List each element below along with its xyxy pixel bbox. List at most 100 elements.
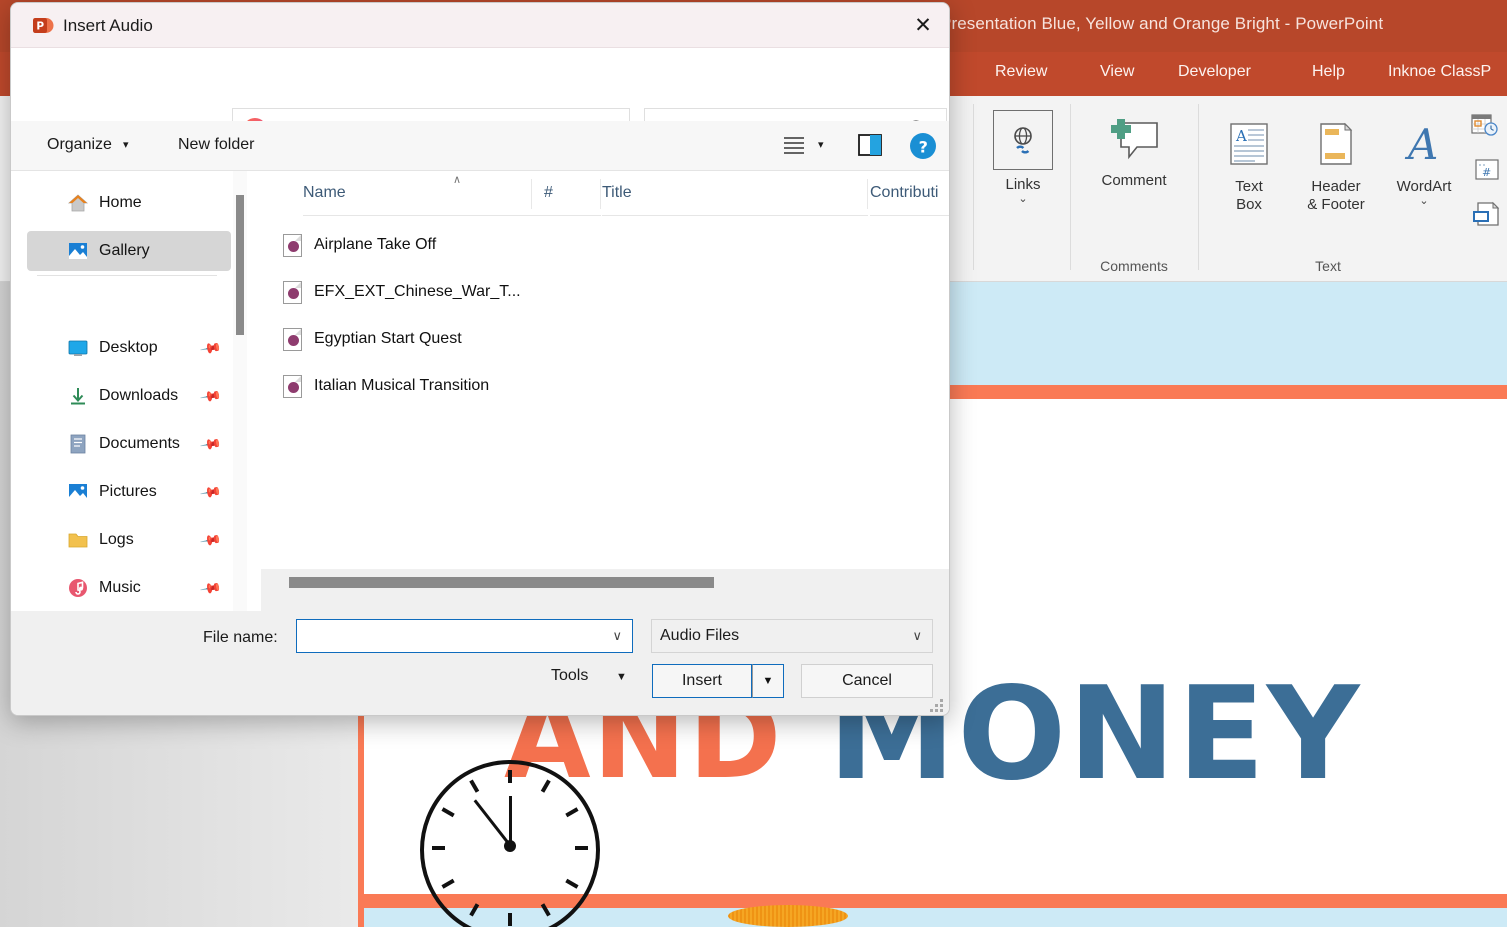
slide-number-icon[interactable]: # <box>1474 158 1500 187</box>
sidebar-divider <box>37 275 217 276</box>
ribbon-group-name-comments: Comments <box>1100 258 1168 274</box>
ribbon-label-text-box: Text Box <box>1235 178 1263 213</box>
ribbon-label-header-footer: Header & Footer <box>1307 178 1365 213</box>
ribbon-group-comments: Comment Comments <box>1070 102 1198 276</box>
pin-icon[interactable]: 📌 <box>198 528 222 552</box>
sidebar-label-downloads: Downloads <box>99 387 179 404</box>
sidebar-item-gallery[interactable]: Gallery <box>27 231 231 271</box>
text-box-icon: A <box>1219 116 1279 172</box>
chevron-down-icon[interactable]: ∨ <box>612 628 622 644</box>
chevron-down-icon[interactable]: ∨ <box>912 628 922 644</box>
chevron-down-icon[interactable]: ⌄ <box>990 194 1056 205</box>
chevron-down-icon[interactable]: ▾ <box>818 138 824 151</box>
sidebar-item-documents[interactable]: Documents 📌 <box>27 424 231 464</box>
sidebar-scrollbar-thumb[interactable] <box>236 195 244 335</box>
ribbon-tab-developer[interactable]: Developer <box>1178 63 1251 81</box>
help-icon[interactable]: ? <box>909 132 937 165</box>
music-icon <box>67 577 89 599</box>
sidebar-item-pictures[interactable]: Pictures 📌 <box>27 472 231 512</box>
file-list-horizontal-scrollbar-track[interactable] <box>261 569 949 611</box>
file-name-0: Airplane Take Off <box>314 236 437 253</box>
file-name-3: Italian Musical Transition <box>314 377 490 394</box>
file-type-filter-value: Audio Files <box>660 627 740 644</box>
column-header-name[interactable]: Name ∧ <box>303 171 544 216</box>
date-and-time-icon[interactable] <box>1471 112 1499 143</box>
column-header-number-label: # <box>544 184 553 201</box>
new-folder-button[interactable]: New folder <box>178 136 254 154</box>
chevron-down-icon[interactable]: ▾ <box>123 138 129 151</box>
column-header-contributing-artists[interactable]: Contributi <box>870 171 949 216</box>
column-header-number[interactable]: # <box>544 171 601 216</box>
object-icon[interactable] <box>1472 200 1502 233</box>
sidebar-item-desktop[interactable]: Desktop 📌 <box>27 328 231 368</box>
ribbon-button-links[interactable]: Links ⌄ <box>990 110 1056 205</box>
file-name-label: File name: <box>203 629 278 646</box>
ribbon-button-wordart[interactable]: A WordArt ⌄ <box>1386 116 1462 207</box>
insert-dropdown-button[interactable]: ▼ <box>752 664 784 698</box>
sidebar-item-music[interactable]: Music 📌 <box>27 568 231 608</box>
ribbon-tab-view[interactable]: View <box>1100 63 1134 81</box>
ribbon-tab-help[interactable]: Help <box>1312 63 1345 81</box>
audio-file-icon <box>283 374 302 398</box>
sidebar-item-logs[interactable]: Logs 📌 <box>27 520 231 560</box>
ribbon-button-comment[interactable]: Comment <box>1084 110 1184 190</box>
sidebar-label-pictures: Pictures <box>99 483 157 500</box>
comment-icon <box>1104 110 1164 166</box>
sidebar-item-downloads[interactable]: Downloads 📌 <box>27 376 231 416</box>
pin-icon[interactable]: 📌 <box>198 384 222 408</box>
organize-button[interactable]: Organize <box>47 136 112 154</box>
ribbon-label-wordart: WordArt <box>1396 178 1452 195</box>
file-row-2[interactable]: Egyptian Start Quest <box>283 320 843 358</box>
file-list-horizontal-scrollbar-thumb[interactable] <box>289 577 714 588</box>
file-type-filter[interactable]: Audio Files ∨ <box>651 619 933 653</box>
desktop-icon <box>67 337 89 359</box>
resize-grip[interactable] <box>930 699 944 713</box>
cancel-button[interactable]: Cancel <box>801 664 933 698</box>
pin-icon[interactable]: 📌 <box>198 336 222 360</box>
file-name-input[interactable] <box>303 627 603 645</box>
file-row-1[interactable]: EFX_EXT_Chinese_War_T... <box>283 273 843 311</box>
pin-icon[interactable]: 📌 <box>198 480 222 504</box>
ribbon-button-header-footer[interactable]: Header & Footer <box>1290 116 1382 214</box>
sidebar-label-music: Music <box>99 579 141 596</box>
ribbon-label-comment: Comment <box>1101 172 1167 189</box>
tools-button[interactable]: Tools <box>551 667 588 685</box>
ribbon-button-text-box[interactable]: A Text Box <box>1212 116 1286 214</box>
home-icon <box>67 192 89 214</box>
ribbon-tab-review[interactable]: Review <box>995 63 1047 81</box>
powerpoint-icon: P <box>33 15 54 36</box>
header-footer-icon <box>1306 116 1366 172</box>
pin-icon[interactable]: 📌 <box>198 576 222 600</box>
preview-pane-icon[interactable] <box>857 133 883 162</box>
file-row-3[interactable]: Italian Musical Transition <box>283 367 843 405</box>
dialog-body: Home Gallery Desktop 📌 Downloads 📌 Docum… <box>11 171 949 611</box>
insert-audio-dialog: P Insert Audio ✕ ← → ∨ ↑ ♪ « swana › Mus… <box>10 2 950 716</box>
sidebar-item-home[interactable]: Home <box>27 183 231 223</box>
documents-icon <box>67 433 89 455</box>
folder-icon <box>67 529 89 551</box>
dialog-toolbar: Organize ▾ New folder ▾ ? <box>11 121 949 171</box>
file-row-0[interactable]: Airplane Take Off <box>283 226 843 264</box>
svg-text:A: A <box>1404 121 1438 167</box>
ribbon-group-text: A Text Box Header & Footer A WordArt ⌄ T… <box>1198 102 1458 276</box>
pictures-icon <box>67 481 89 503</box>
sidebar-label-home: Home <box>99 194 142 211</box>
insert-button[interactable]: Insert <box>652 664 752 698</box>
view-list-icon[interactable] <box>781 132 807 161</box>
ribbon-tab-inknoe-classpoint[interactable]: Inknoe ClassP <box>1388 63 1491 81</box>
tools-caret-icon[interactable]: ▼ <box>616 671 627 683</box>
column-header-title[interactable]: Title <box>602 171 868 216</box>
chevron-down-icon[interactable]: ⌄ <box>1386 196 1462 207</box>
ribbon-group-name-text: Text <box>1315 258 1341 274</box>
navigation-sidebar: Home Gallery Desktop 📌 Downloads 📌 Docum… <box>11 171 247 611</box>
pin-icon[interactable]: 📌 <box>198 432 222 456</box>
close-icon[interactable]: ✕ <box>897 3 949 48</box>
svg-text:#: # <box>1482 166 1491 179</box>
clock-decoration-canvas <box>420 760 600 927</box>
audio-file-icon <box>283 327 302 351</box>
wordart-icon: A <box>1394 116 1454 172</box>
gallery-icon <box>67 240 89 262</box>
file-name-field[interactable]: ∨ <box>296 619 633 653</box>
downloads-icon <box>67 385 89 407</box>
column-header-title-label: Title <box>602 184 632 201</box>
